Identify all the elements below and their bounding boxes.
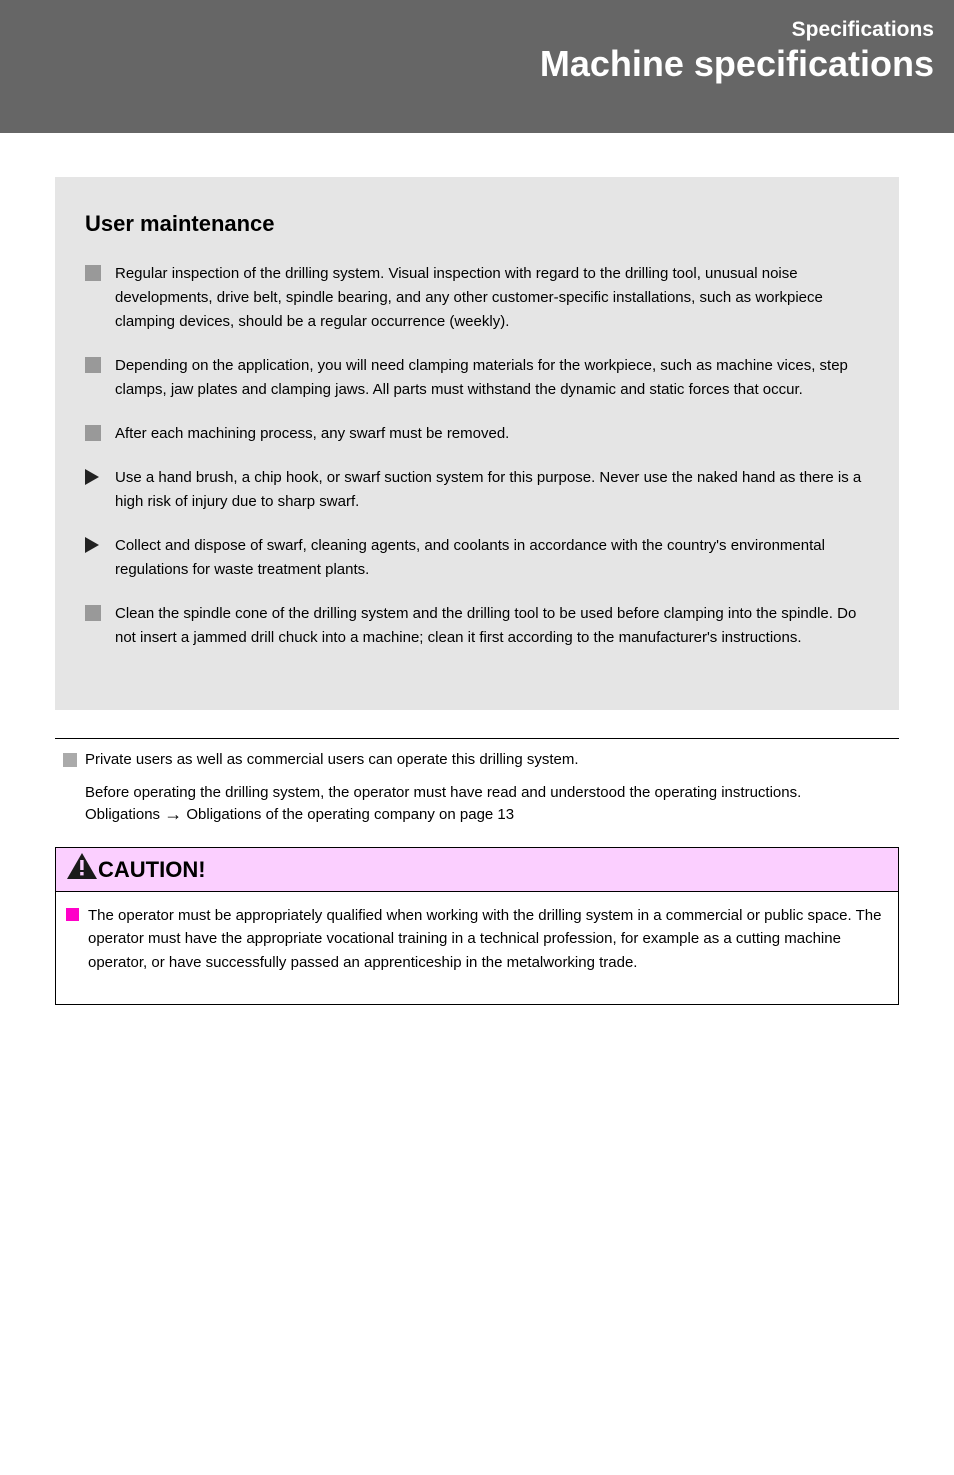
caution-item: The operator must be appropriately quali… (64, 904, 888, 974)
page-content: User maintenance Regular inspection of t… (0, 133, 954, 1005)
list-item-text: After each machining process, any swarf … (115, 425, 509, 442)
maintenance-list: Regular inspection of the drilling syste… (85, 262, 869, 650)
list-item-text: Depending on the application, you will n… (115, 357, 848, 398)
ref-text3: Obligations of the operating company on … (182, 806, 514, 823)
caution-text: The operator must be appropriately quali… (88, 907, 881, 971)
list-item: Clean the spindle cone of the drilling s… (85, 602, 869, 650)
header-title: Machine specifications (540, 44, 934, 84)
square-bullet-icon (63, 753, 77, 767)
square-bullet-icon (85, 425, 101, 441)
square-bullet-icon (85, 357, 101, 373)
list-item-text: Regular inspection of the drilling syste… (115, 265, 823, 330)
ref-text2: Obligations (85, 806, 164, 823)
caution-box: CAUTION! The operator must be appropriat… (55, 847, 899, 1005)
list-item-text: Clean the spindle cone of the drilling s… (115, 605, 856, 646)
box-title: User maintenance (85, 207, 869, 240)
square-bullet-icon (66, 908, 79, 921)
separator (55, 738, 899, 739)
square-bullet-icon (85, 605, 101, 621)
warning-icon (66, 852, 98, 888)
caution-body: The operator must be appropriately quali… (56, 892, 898, 1004)
list-item: Regular inspection of the drilling syste… (85, 262, 869, 334)
list-item: Collect and dispose of swarf, cleaning a… (85, 534, 869, 582)
triangle-bullet-icon (85, 537, 99, 553)
operators-list: Private users as well as commercial user… (55, 749, 899, 772)
operators-text: Private users as well as commercial user… (85, 751, 579, 768)
list-item: Private users as well as commercial user… (55, 749, 899, 772)
caution-label: CAUTION! (98, 853, 206, 886)
header-section: Specifications (792, 14, 934, 46)
page-header: Specifications Machine specifications (0, 0, 954, 133)
list-item-text: Use a hand brush, a chip hook, or swarf … (115, 469, 861, 510)
user-maintenance-box: User maintenance Regular inspection of t… (55, 177, 899, 710)
arrow-icon: → (164, 805, 182, 823)
reference-paragraph: Before operating the drilling system, th… (55, 782, 899, 827)
square-bullet-icon (85, 265, 101, 281)
list-item-text: Collect and dispose of swarf, cleaning a… (115, 537, 825, 578)
list-item: After each machining process, any swarf … (85, 422, 869, 446)
triangle-bullet-icon (85, 469, 99, 485)
ref-text1: Before operating the drilling system, th… (85, 784, 801, 801)
list-item: Use a hand brush, a chip hook, or swarf … (85, 466, 869, 514)
list-item: Depending on the application, you will n… (85, 354, 869, 402)
caution-header: CAUTION! (56, 848, 898, 893)
